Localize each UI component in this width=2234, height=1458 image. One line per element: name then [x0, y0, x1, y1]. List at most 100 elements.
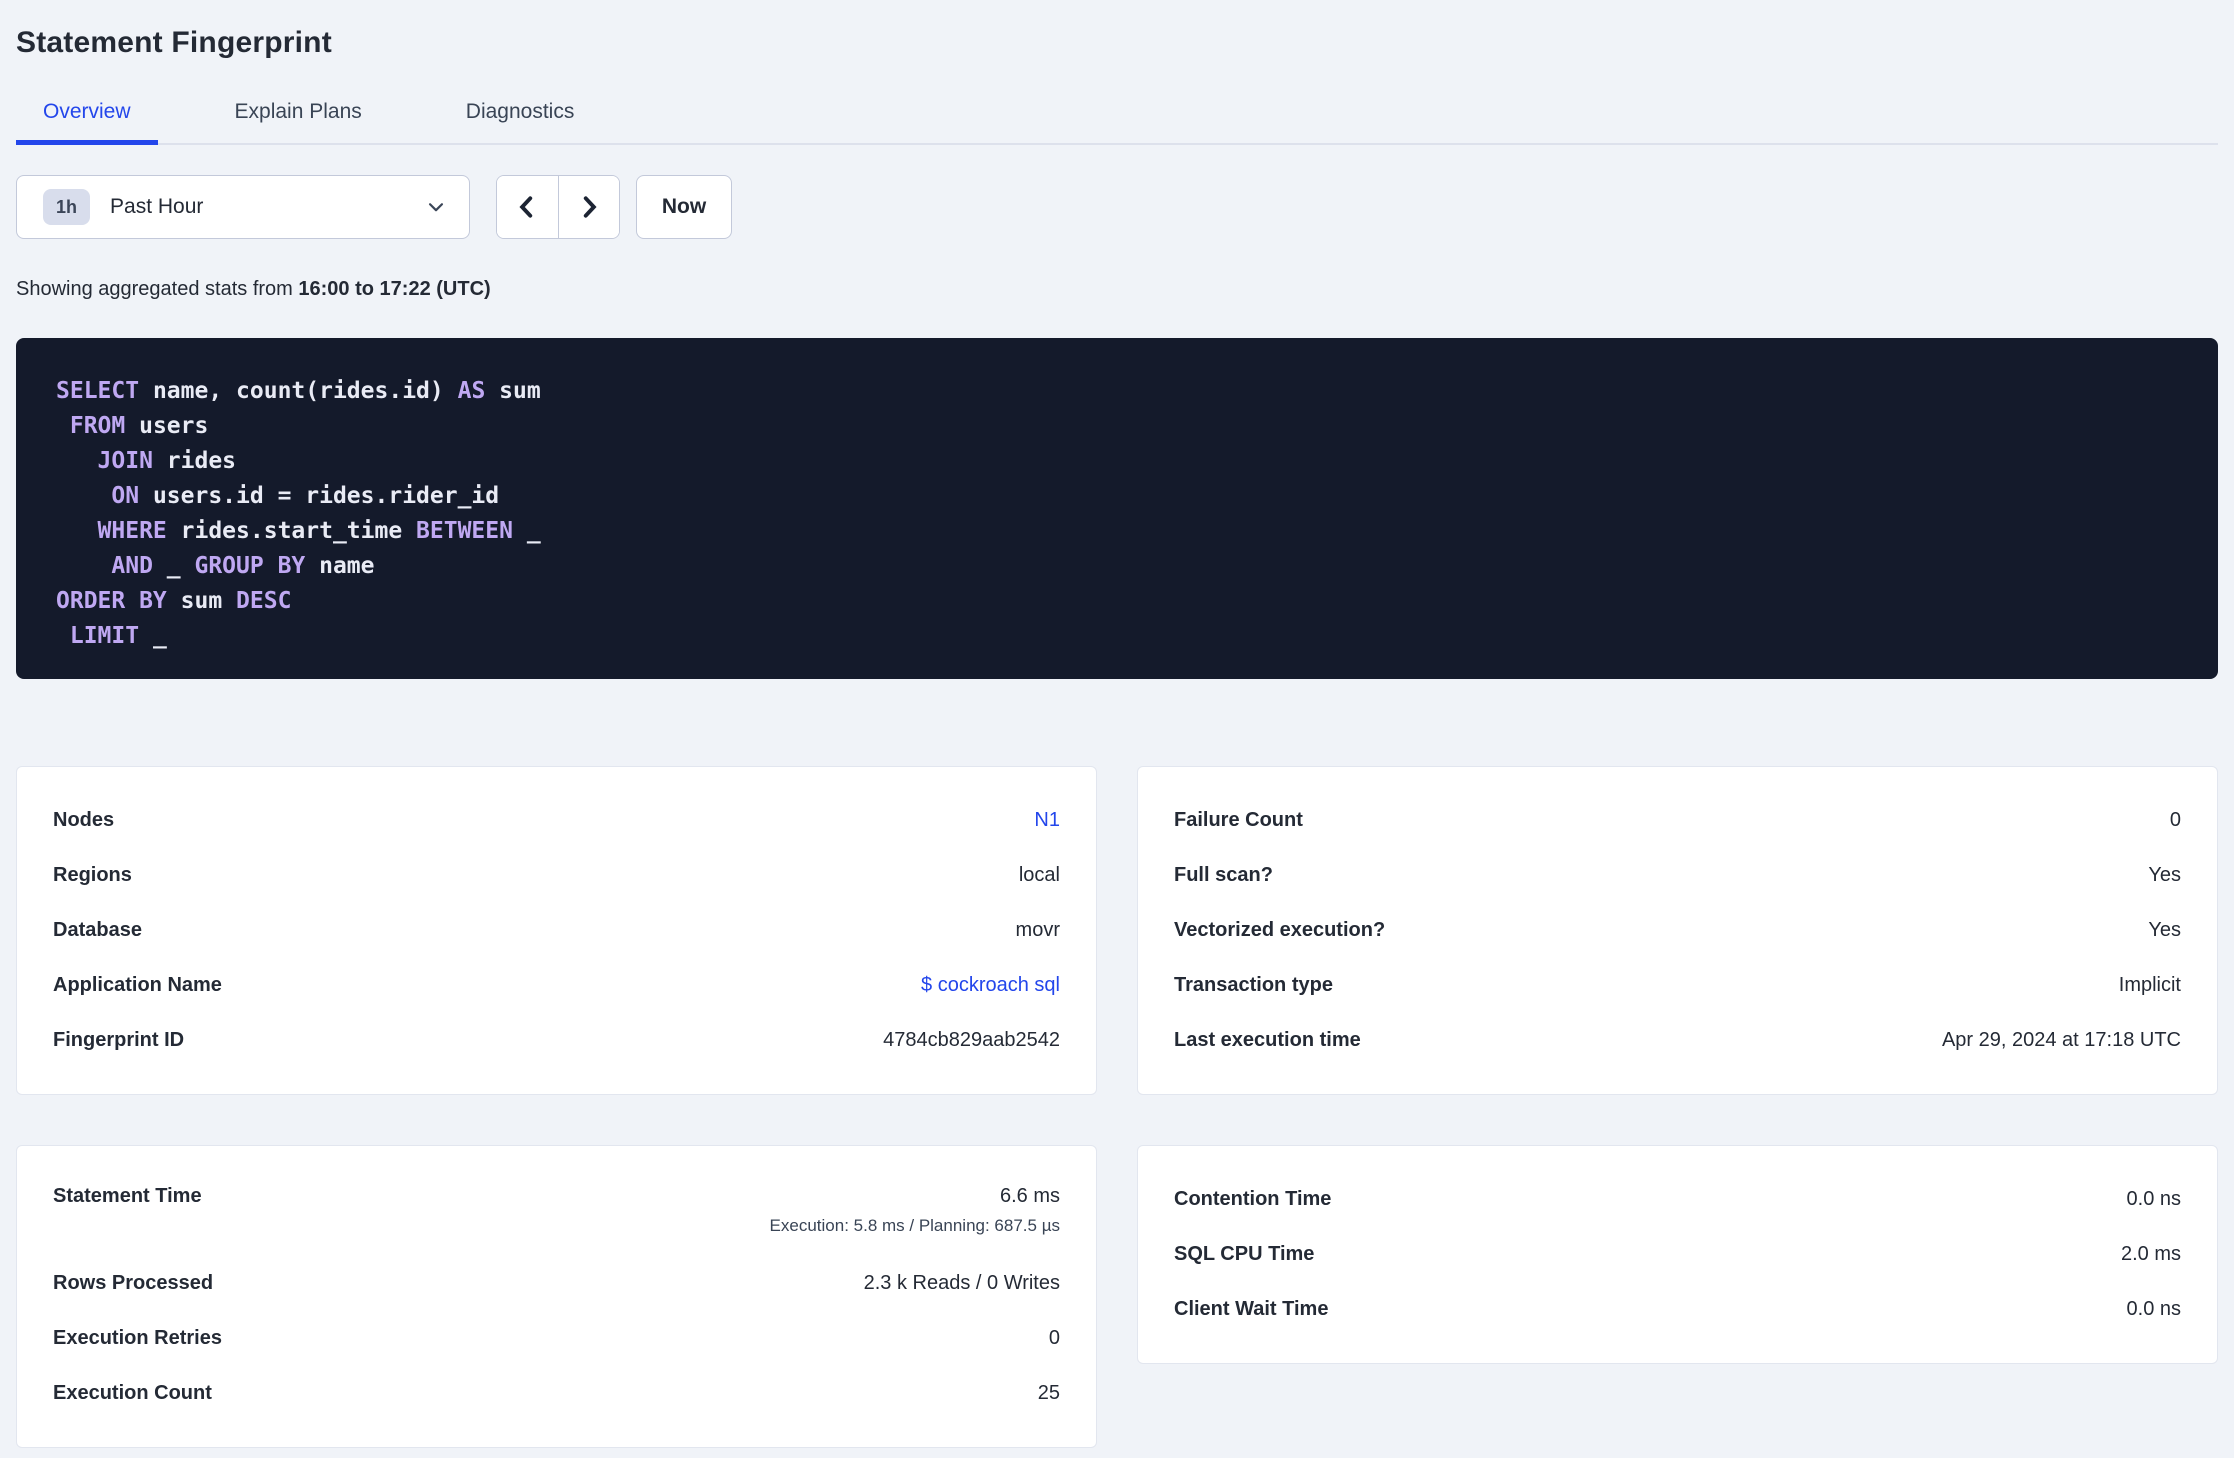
stat-label: Fingerprint ID: [53, 1029, 185, 1051]
stat-row: SQL CPU Time 2.0 ms: [1174, 1227, 2181, 1282]
stat-value-link[interactable]: $ cockroach sql: [921, 974, 1060, 997]
stat-value-wrap: 0: [2170, 809, 2181, 832]
stat-value: local: [1018, 864, 1060, 886]
stat-value-wrap: N1: [1034, 809, 1060, 832]
sql-keyword: BETWEEN: [416, 518, 513, 544]
stat-value: 6.6 ms: [999, 1185, 1060, 1207]
sql-text: users: [125, 413, 209, 439]
stat-label: Execution Count: [53, 1382, 212, 1404]
now-button[interactable]: Now: [636, 175, 732, 239]
stat-value: Apr 29, 2024 at 17:18 UTC: [1941, 1029, 2181, 1051]
stat-value-wrap: $ cockroach sql: [921, 974, 1060, 997]
sql-keyword: LIMIT: [69, 623, 140, 649]
sql-text: name, count(rides.id): [139, 378, 458, 404]
stat-row: Application Name $ cockroach sql: [53, 958, 1060, 1013]
tab-overview[interactable]: Overview: [16, 88, 158, 145]
next-interval-button[interactable]: [558, 176, 619, 238]
tab-bar: Overview Explain Plans Diagnostics: [16, 88, 2218, 145]
page-title: Statement Fingerprint: [16, 26, 332, 59]
stat-value-wrap: 0.0 ns: [2127, 1298, 2181, 1321]
stat-row: Last execution time Apr 29, 2024 at 17:18…: [1174, 1013, 2181, 1068]
stat-row: Client Wait Time 0.0 ns: [1174, 1282, 2181, 1337]
stat-value-link[interactable]: N1: [1034, 809, 1060, 832]
stat-label: Execution Retries: [53, 1327, 222, 1349]
prev-interval-button[interactable]: [497, 176, 559, 238]
stat-row: Failure Count 0: [1174, 793, 2181, 848]
sql-keyword: WHERE: [97, 518, 167, 544]
sql-text: sum: [485, 378, 541, 404]
stat-value: 0.0 ns: [2126, 1188, 2181, 1210]
stat-value: 0.0 ns: [2126, 1298, 2181, 1320]
sql-line: LIMIT _: [56, 619, 2178, 654]
stat-row: Full scan? Yes: [1174, 848, 2181, 903]
sql-text: rides.start_time: [166, 518, 417, 544]
sql-keyword: GROUP BY: [194, 553, 306, 579]
stat-label: Regions: [53, 864, 132, 886]
statement-timing-card: Statement Time 6.6 ms Execution: 5.8 ms / …: [16, 1145, 1097, 1448]
sql-keyword: ORDER BY: [56, 588, 167, 614]
sql-line: AND _ GROUP BY name: [56, 549, 2178, 584]
time-range-badge: 1h: [43, 189, 91, 225]
stat-value-wrap: 0: [1049, 1327, 1060, 1350]
stat-row: Database movr: [53, 903, 1060, 958]
stat-label: Contention Time: [1174, 1188, 1332, 1210]
stat-label: Nodes: [53, 809, 115, 831]
stat-label: Database: [53, 919, 142, 941]
stat-label: Full scan?: [1174, 864, 1273, 886]
stat-row: Vectorized execution? Yes: [1174, 903, 2181, 958]
sql-text: rides: [152, 448, 237, 474]
stat-value: 2.3 k Reads / 0 Writes: [863, 1272, 1060, 1294]
time-range-dropdown[interactable]: 1h Past Hour: [16, 175, 470, 239]
sql-code: SELECT name, count(rides.id) AS sum FROM…: [56, 374, 2178, 654]
stat-value: 4784cb829aab2542: [883, 1029, 1060, 1051]
wait-timing-card: Contention Time 0.0 ns SQL CPU Time 2.0 ms C…: [1137, 1145, 2218, 1364]
sql-fingerprint-box: SELECT name, count(rides.id) AS sum FROM…: [16, 338, 2218, 679]
sql-keyword: FROM: [69, 413, 126, 439]
stat-value-wrap: movr: [1016, 919, 1060, 942]
stat-value: 0: [2169, 809, 2181, 831]
aggregated-stats-prefix: Showing aggregated stats from: [16, 278, 299, 300]
stat-value-wrap: Implicit: [2119, 974, 2181, 997]
details-cards-row: Nodes N1 Regions local Database movr Applicati…: [16, 766, 2218, 1095]
aggregated-stats-range: 16:00 to 17:22 (UTC): [298, 278, 491, 300]
stat-label: Transaction type: [1174, 974, 1333, 996]
sql-keyword: JOIN: [97, 448, 153, 474]
stat-label: Last execution time: [1174, 1029, 1361, 1051]
stat-value-wrap: 2.0 ms: [2121, 1243, 2181, 1266]
statement-details-card: Nodes N1 Regions local Database movr Applicati…: [16, 766, 1097, 1095]
sql-keyword: AS: [457, 378, 486, 404]
sql-line: ON users.id = rides.rider_id: [56, 479, 2178, 514]
stat-value-wrap: 2.3 k Reads / 0 Writes: [864, 1272, 1060, 1295]
stat-label: Failure Count: [1174, 809, 1303, 831]
time-nav-group: [496, 175, 620, 239]
aggregated-stats-caption: Showing aggregated stats from 16:00 to 1…: [16, 278, 2218, 301]
chevron-right-icon: [576, 194, 602, 220]
stat-value: 0: [1048, 1327, 1060, 1349]
stat-row: Fingerprint ID 4784cb829aab2542: [53, 1013, 1060, 1068]
stat-label: Application Name: [53, 974, 222, 996]
sql-keyword: ON: [111, 483, 140, 509]
stat-label: Rows Processed: [53, 1272, 214, 1294]
stat-value-wrap: Yes: [2148, 919, 2181, 942]
stat-value: Yes: [2148, 864, 2181, 886]
time-picker-row: 1h Past Hour Now: [16, 175, 2218, 239]
sql-text: _: [139, 623, 167, 649]
sql-text: users.id = rides.rider_id: [139, 483, 500, 509]
sql-text: _: [152, 553, 195, 579]
stat-value: Yes: [2148, 919, 2181, 941]
chevron-left-icon: [514, 194, 540, 220]
tab-explain-plans[interactable]: Explain Plans: [208, 88, 389, 145]
stat-value: 25: [1037, 1382, 1060, 1404]
sql-line: SELECT name, count(rides.id) AS sum: [56, 374, 2178, 409]
tab-diagnostics[interactable]: Diagnostics: [439, 88, 602, 145]
stat-value: movr: [1015, 919, 1060, 941]
stat-row: Rows Processed 2.3 k Reads / 0 Writes: [53, 1256, 1060, 1311]
stat-row: Execution Count 25: [53, 1366, 1060, 1421]
sql-text: sum: [166, 588, 237, 614]
stat-value-wrap: Yes: [2148, 864, 2181, 887]
stat-subvalue: Execution: 5.8 ms / Planning: 687.5 µs: [769, 1216, 1060, 1235]
execution-attributes-card: Failure Count 0 Full scan? Yes Vectorized ex…: [1137, 766, 2218, 1095]
stat-label: Client Wait Time: [1174, 1298, 1329, 1320]
stat-row: Regions local: [53, 848, 1060, 903]
timing-cards-row: Statement Time 6.6 ms Execution: 5.8 ms / …: [16, 1145, 2218, 1448]
